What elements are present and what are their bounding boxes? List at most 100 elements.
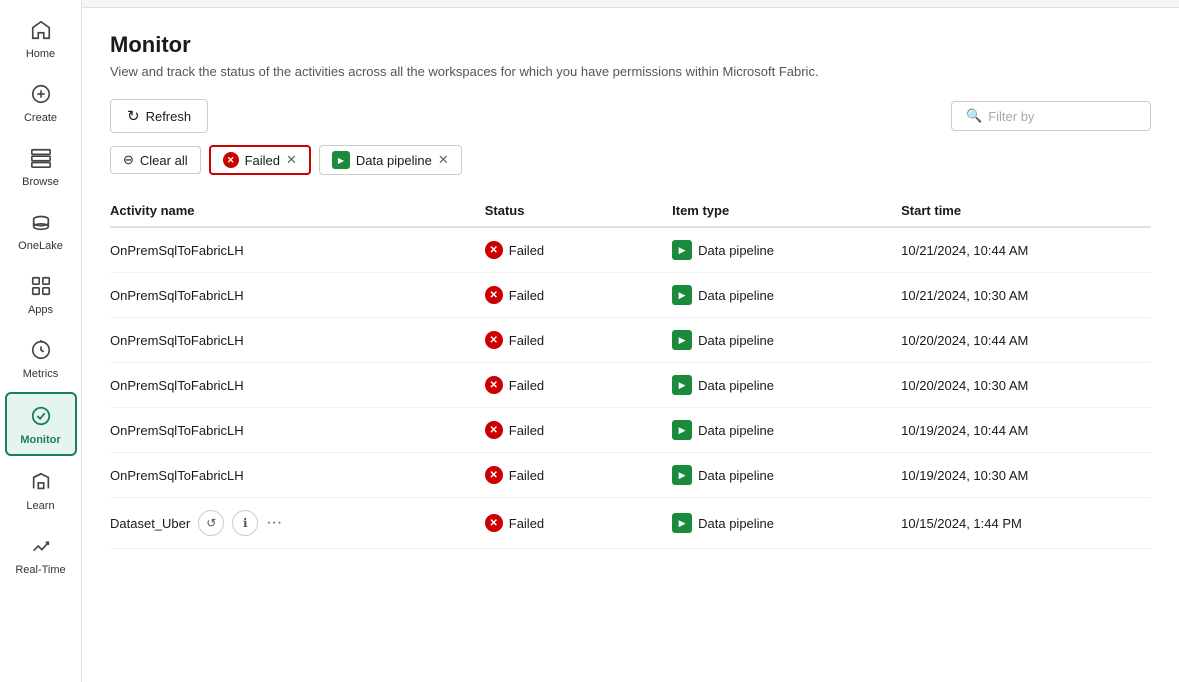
sidebar-item-browse[interactable]: Browse: [5, 136, 77, 196]
cell-start-time: 10/15/2024, 1:44 PM: [901, 498, 1151, 549]
sidebar-item-apps[interactable]: Apps: [5, 264, 77, 324]
table-row: OnPremSqlToFabricLH Failed Data pipeline…: [110, 453, 1151, 498]
table-row: OnPremSqlToFabricLH Failed Data pipeline…: [110, 227, 1151, 273]
cell-status: Failed: [485, 408, 672, 453]
cell-status: Failed: [485, 363, 672, 408]
status-text: Failed: [509, 468, 544, 483]
cell-activity-name: OnPremSqlToFabricLH: [110, 273, 485, 318]
metrics-icon: [27, 336, 55, 364]
cell-activity-name: OnPremSqlToFabricLH: [110, 453, 485, 498]
content-area: Monitor View and track the status of the…: [82, 8, 1179, 682]
table-row: OnPremSqlToFabricLH Failed Data pipeline…: [110, 363, 1151, 408]
onelake-icon: [27, 208, 55, 236]
sidebar: Home Create Browse: [0, 0, 82, 682]
status-text: Failed: [509, 288, 544, 303]
cell-status: Failed: [485, 453, 672, 498]
cell-activity-name: Dataset_Uber ↺ ℹ ···: [110, 498, 485, 549]
col-activity-name: Activity name: [110, 195, 485, 227]
clear-all-label: Clear all: [140, 153, 188, 168]
item-type-text: Data pipeline: [698, 468, 774, 483]
item-type-text: Data pipeline: [698, 288, 774, 303]
cell-activity-name: OnPremSqlToFabricLH: [110, 363, 485, 408]
table-row: Dataset_Uber ↺ ℹ ··· Failed Data pipelin…: [110, 498, 1151, 549]
chip-pipeline-close[interactable]: ✕: [438, 152, 449, 168]
activity-name-text[interactable]: OnPremSqlToFabricLH: [110, 333, 244, 348]
cell-start-time: 10/20/2024, 10:30 AM: [901, 363, 1151, 408]
top-bar: [82, 0, 1179, 8]
activity-name-text[interactable]: OnPremSqlToFabricLH: [110, 423, 244, 438]
monitor-icon: [27, 402, 55, 430]
refresh-button[interactable]: ↻ Refresh: [110, 99, 208, 133]
status-failed-icon: [485, 376, 503, 394]
pipeline-type-icon: [672, 513, 692, 533]
item-type-text: Data pipeline: [698, 243, 774, 258]
sidebar-item-learn[interactable]: Learn: [5, 460, 77, 520]
status-text: Failed: [509, 378, 544, 393]
pipeline-type-icon: [672, 420, 692, 440]
sidebar-item-monitor[interactable]: Monitor: [5, 392, 77, 456]
table-row: OnPremSqlToFabricLH Failed Data pipeline…: [110, 273, 1151, 318]
sidebar-item-create-label: Create: [24, 112, 57, 124]
cell-start-time: 10/21/2024, 10:30 AM: [901, 273, 1151, 318]
page-subtitle: View and track the status of the activit…: [110, 64, 1151, 79]
page-title: Monitor: [110, 32, 1151, 58]
sidebar-item-browse-label: Browse: [22, 176, 59, 188]
cell-status: Failed: [485, 318, 672, 363]
sidebar-item-metrics[interactable]: Metrics: [5, 328, 77, 388]
chip-pipeline-label: Data pipeline: [356, 153, 432, 168]
cell-item-type: Data pipeline: [672, 363, 901, 408]
pipeline-type-icon: [672, 465, 692, 485]
activity-name-text[interactable]: OnPremSqlToFabricLH: [110, 468, 244, 483]
activity-name-text[interactable]: OnPremSqlToFabricLH: [110, 288, 244, 303]
cell-item-type: Data pipeline: [672, 408, 901, 453]
toolbar-right: 🔍 Filter by: [951, 101, 1151, 131]
activity-name-text[interactable]: OnPremSqlToFabricLH: [110, 378, 244, 393]
sidebar-item-learn-label: Learn: [26, 500, 54, 512]
chip-pipeline[interactable]: Data pipeline ✕: [319, 145, 462, 175]
realtime-icon: [27, 532, 55, 560]
action-more-button[interactable]: ···: [266, 514, 282, 532]
sidebar-item-home[interactable]: Home: [5, 8, 77, 68]
status-failed-icon: [485, 241, 503, 259]
table-header-row: Activity name Status Item type Start tim…: [110, 195, 1151, 227]
cell-item-type: Data pipeline: [672, 227, 901, 273]
status-text: Failed: [509, 516, 544, 531]
clear-all-button[interactable]: ⊖ Clear all: [110, 146, 201, 174]
cell-item-type: Data pipeline: [672, 453, 901, 498]
cell-item-type: Data pipeline: [672, 273, 901, 318]
sidebar-item-onelake[interactable]: OneLake: [5, 200, 77, 260]
chip-failed-close[interactable]: ✕: [286, 152, 297, 168]
chip-failed[interactable]: Failed ✕: [209, 145, 311, 175]
refresh-label: Refresh: [146, 109, 192, 124]
cell-activity-name: OnPremSqlToFabricLH: [110, 318, 485, 363]
status-failed-icon: [485, 421, 503, 439]
activity-name-text[interactable]: Dataset_Uber: [110, 516, 190, 531]
toolbar-left: ↻ Refresh: [110, 99, 208, 133]
action-info-button[interactable]: ℹ: [232, 510, 258, 536]
cell-activity-name: OnPremSqlToFabricLH: [110, 227, 485, 273]
status-text: Failed: [509, 333, 544, 348]
chip-failed-label: Failed: [245, 153, 280, 168]
sidebar-item-realtime[interactable]: Real-Time: [5, 524, 77, 584]
cell-start-time: 10/19/2024, 10:30 AM: [901, 453, 1151, 498]
sidebar-item-apps-label: Apps: [28, 304, 53, 316]
pipeline-chip-icon: [332, 151, 350, 169]
refresh-icon: ↻: [127, 107, 140, 125]
sidebar-item-onelake-label: OneLake: [18, 240, 63, 252]
sidebar-item-create[interactable]: Create: [5, 72, 77, 132]
item-type-text: Data pipeline: [698, 333, 774, 348]
sidebar-item-metrics-label: Metrics: [23, 368, 58, 380]
pipeline-type-icon: [672, 285, 692, 305]
status-text: Failed: [509, 423, 544, 438]
activity-name-text[interactable]: OnPremSqlToFabricLH: [110, 243, 244, 258]
search-icon: 🔍: [966, 108, 982, 124]
cell-activity-name: OnPremSqlToFabricLH: [110, 408, 485, 453]
filter-placeholder: Filter by: [988, 109, 1034, 124]
pipeline-type-icon: [672, 330, 692, 350]
filter-input[interactable]: 🔍 Filter by: [951, 101, 1151, 131]
item-type-text: Data pipeline: [698, 423, 774, 438]
col-status: Status: [485, 195, 672, 227]
action-replay-button[interactable]: ↺: [198, 510, 224, 536]
toolbar-row: ↻ Refresh 🔍 Filter by: [110, 99, 1151, 133]
col-start-time: Start time: [901, 195, 1151, 227]
